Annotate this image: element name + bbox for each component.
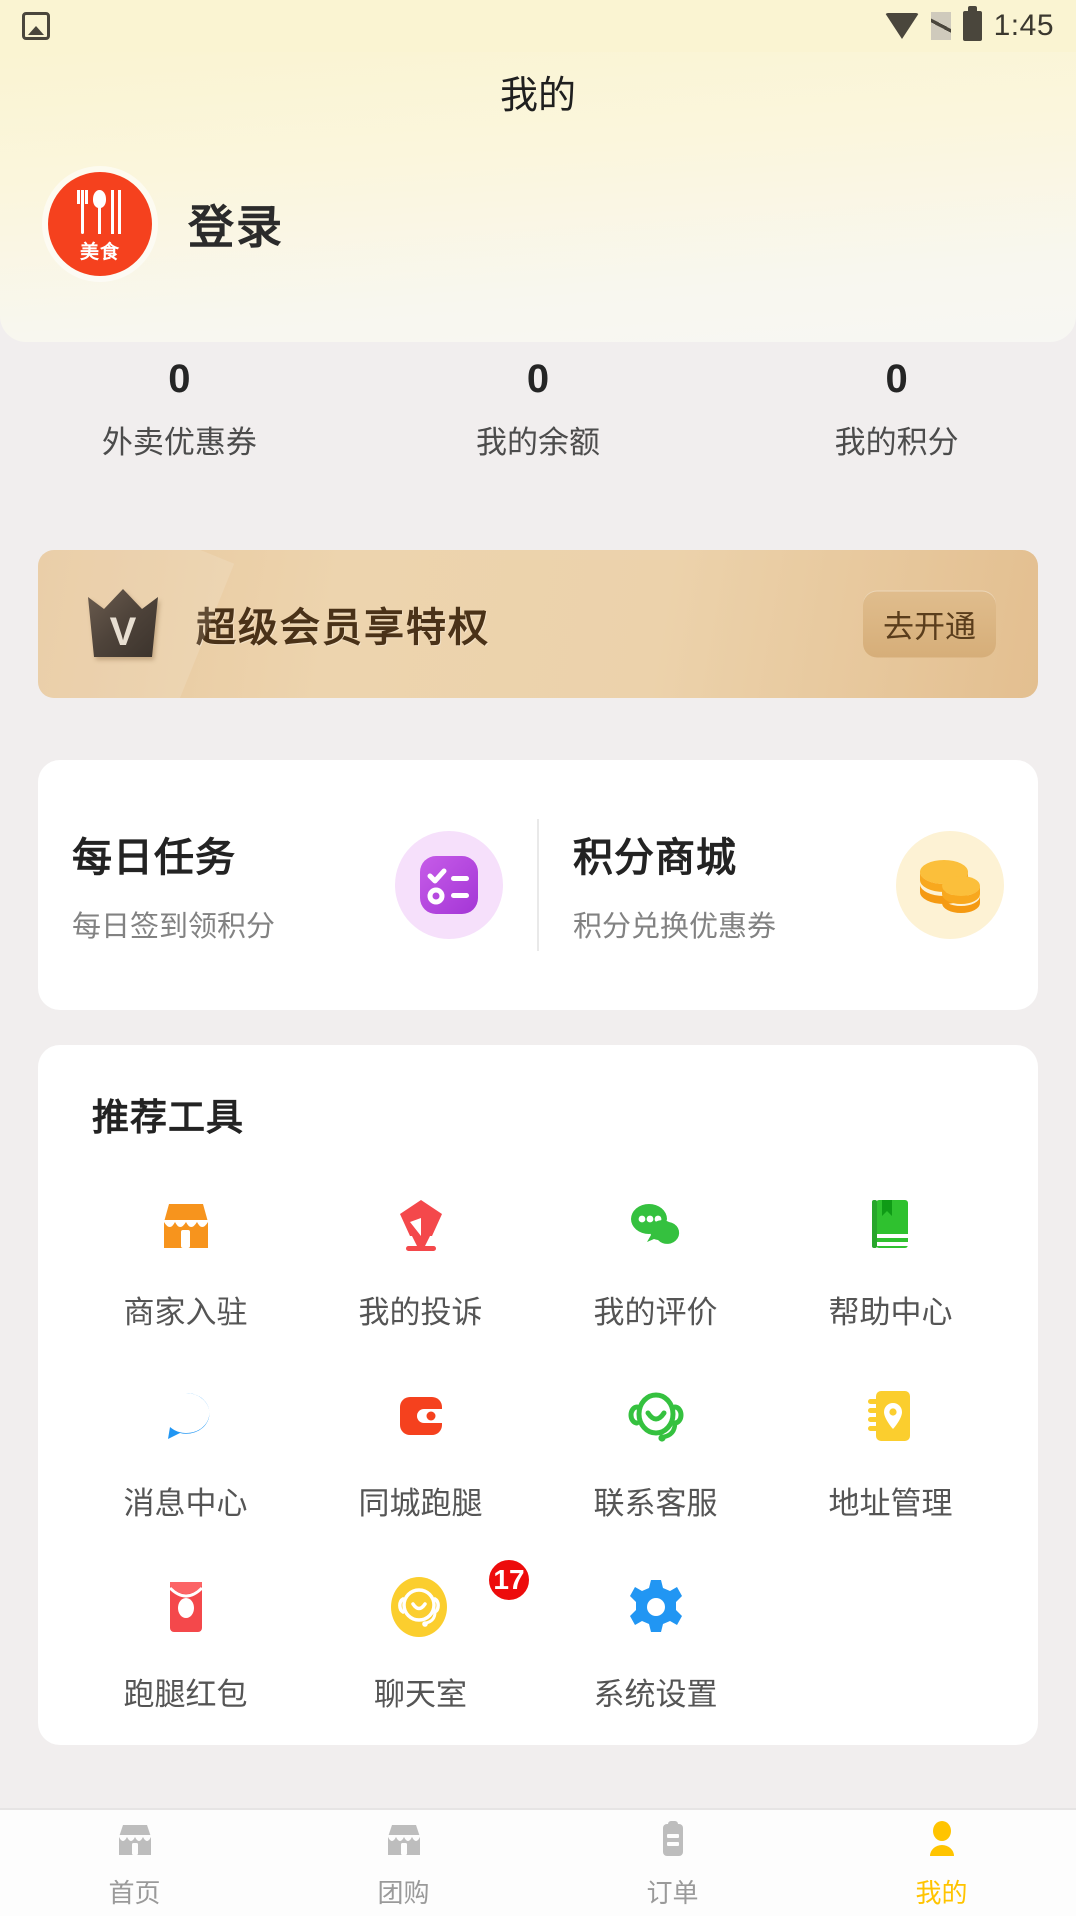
stat-value: 0 [885,357,908,401]
status-bar-right: 1:45 [884,6,1054,43]
stat-item-points[interactable]: 0 我的积分 [717,355,1076,462]
shop-icon [112,1817,158,1863]
mine-page: 1:45 我的 美食 登录 0 外卖优惠券 0 我的余额 0 我的积分 V 超级… [0,0,1076,1916]
tool-item-contact-support[interactable]: 联系客服 [538,1374,773,1523]
gear-icon [614,1565,698,1649]
quick-entry-card: 每日任务 每日签到领积分 积分商城 积分兑换优惠券 [38,760,1038,1010]
stat-item-coupon[interactable]: 0 外卖优惠券 [0,355,359,462]
cutlery-logo-icon [77,190,123,234]
tool-label: 帮助中心 [828,1295,953,1330]
tab-label: 订单 [646,1877,699,1908]
tools-section-title: 推荐工具 [92,1097,244,1138]
login-row[interactable]: 美食 登录 [48,172,284,276]
tab-home[interactable]: 首页 [0,1810,269,1916]
tools-grid: 商家入驻 我的投诉 我的评价 帮助中心 消息中心 同城跑腿 联系客服 地址管理 … [68,1183,1008,1714]
shop-icon [381,1817,427,1863]
tool-item-chat-room[interactable]: 17 聊天室 [303,1557,538,1714]
status-bar-clock: 1:45 [993,9,1054,42]
pen-nib-icon [379,1183,463,1267]
page-title: 我的 [499,74,576,117]
stat-value: 0 [526,357,550,401]
vip-banner[interactable]: V 超级会员享特权 去开通 [38,550,1038,698]
stat-value: 0 [168,357,191,401]
tab-label: 团购 [377,1877,430,1908]
shop-icon [144,1183,228,1267]
tool-item-my-review[interactable]: 我的评价 [538,1183,773,1332]
signal-off-icon [930,12,951,40]
tab-group-buy[interactable]: 团购 [269,1810,538,1916]
battery-icon [962,6,982,41]
entry-points-mall[interactable]: 积分商城 积分兑换优惠券 [539,760,1038,1010]
chat-room-icon [379,1565,463,1649]
entry-daily-task[interactable]: 每日任务 每日签到领积分 [38,760,537,1010]
avatar-word: 美食 [79,242,120,263]
avatar[interactable]: 美食 [48,172,152,276]
photo-icon [22,12,50,40]
status-bar: 1:45 [0,0,1076,52]
status-bar-left [22,12,50,40]
tab-label: 首页 [108,1877,161,1908]
entry-texts: 积分商城 积分兑换优惠券 [573,825,896,945]
stat-label: 我的积分 [834,425,959,460]
entry-title: 每日任务 [72,836,236,880]
wifi-icon [884,13,919,39]
entry-texts: 每日任务 每日签到领积分 [72,825,395,945]
tab-orders[interactable]: 订单 [538,1810,807,1916]
stat-label: 外卖优惠券 [101,425,257,460]
tool-label: 商家入驻 [123,1295,248,1330]
tool-label: 联系客服 [593,1486,718,1521]
tool-label: 我的投诉 [358,1295,483,1330]
headset-support-icon [614,1374,698,1458]
tool-item-help-center[interactable]: 帮助中心 [773,1183,1008,1332]
checklist-icon [395,831,503,939]
tool-label: 消息中心 [123,1486,248,1521]
tool-item-address-manage[interactable]: 地址管理 [773,1374,1008,1523]
svg-text:V: V [110,610,137,654]
crown-v-icon: V [84,587,162,661]
red-envelope-icon [144,1565,228,1649]
stat-item-balance[interactable]: 0 我的余额 [359,355,718,462]
vip-banner-text: 超级会员享特权 [196,606,490,650]
tool-item-errand-redpacket[interactable]: 跑腿红包 [68,1565,303,1714]
entry-subtitle: 积分兑换优惠券 [573,911,777,943]
stat-label: 我的余额 [476,425,600,460]
tab-mine[interactable]: 我的 [807,1810,1076,1916]
tool-label: 聊天室 [374,1677,467,1712]
gold-coins-icon [896,831,1004,939]
profile-header-card: 我的 美食 登录 [0,52,1076,342]
tool-label: 同城跑腿 [358,1486,483,1521]
tool-label: 地址管理 [828,1486,953,1521]
tool-label: 系统设置 [593,1677,718,1712]
bottom-tab-bar: 首页 团购 订单 我的 [0,1808,1076,1916]
recommended-tools-card: 推荐工具 商家入驻 我的投诉 我的评价 帮助中心 消息中心 同城跑腿 联系客服 … [38,1045,1038,1745]
entry-subtitle: 每日签到领积分 [72,911,276,943]
tool-item-merchant-join[interactable]: 商家入驻 [68,1183,303,1332]
tool-item-system-settings[interactable]: 系统设置 [538,1565,773,1714]
message-bubble-icon [144,1374,228,1458]
wallet-icon [379,1374,463,1458]
tool-label: 跑腿红包 [123,1677,248,1712]
chat-bubbles-icon [614,1183,698,1267]
person-icon [919,1817,965,1863]
clipboard-icon [650,1817,696,1863]
tool-item-city-errand[interactable]: 同城跑腿 [303,1374,538,1523]
tool-item-message-center[interactable]: 消息中心 [68,1374,303,1523]
book-icon [849,1183,933,1267]
entry-title: 积分商城 [573,836,737,880]
tool-label: 我的评价 [593,1295,718,1330]
vip-activate-button[interactable]: 去开通 [863,590,996,658]
tab-label: 我的 [915,1877,968,1908]
address-book-icon [849,1374,933,1458]
chat-room-badge: 17 [486,1557,532,1603]
stats-row: 0 外卖优惠券 0 我的余额 0 我的积分 [0,355,1076,462]
tool-item-my-complaint[interactable]: 我的投诉 [303,1183,538,1332]
login-button[interactable]: 登录 [188,191,284,257]
